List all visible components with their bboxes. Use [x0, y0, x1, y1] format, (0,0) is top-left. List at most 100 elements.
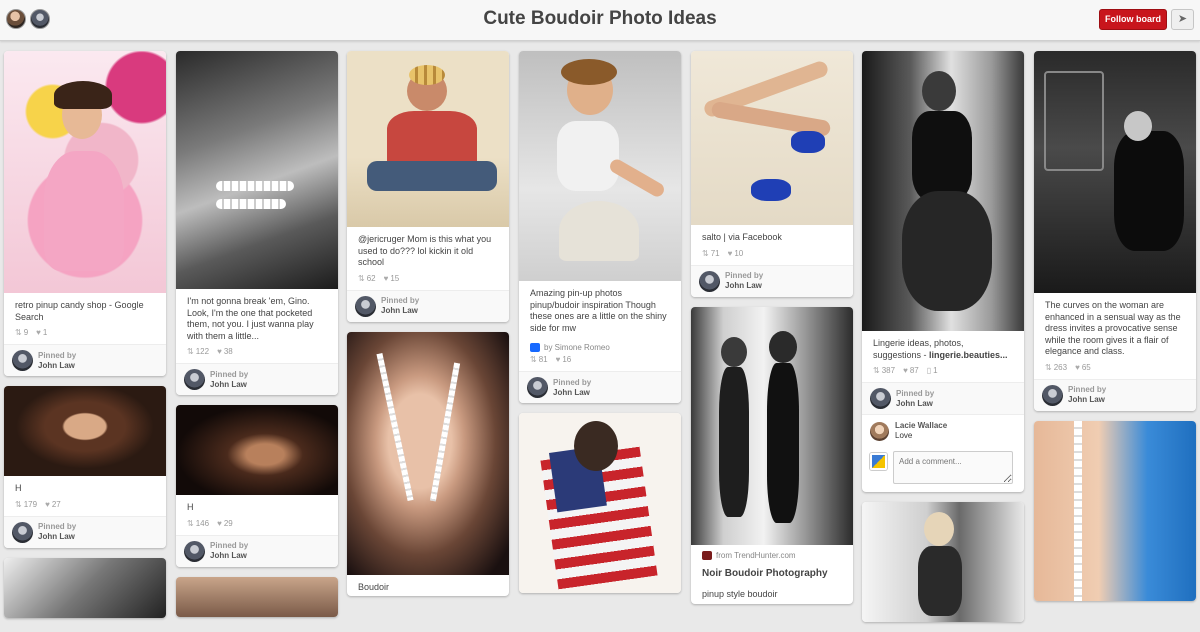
board-header: Cute Boudoir Photo Ideas Follow board ➤	[0, 0, 1200, 41]
source-domain: from TrendHunter.com	[716, 550, 796, 560]
pin-stats: ⇅ 122 ♥ 38	[176, 345, 338, 363]
repin-icon: ⇅	[15, 328, 22, 337]
pin-attribution[interactable]: Pinned by John Law	[4, 344, 166, 376]
comment-input[interactable]	[893, 451, 1013, 484]
pinner-name[interactable]: John Law	[1068, 395, 1106, 405]
pin-card[interactable]	[4, 557, 166, 618]
repin-count: 387	[881, 366, 896, 375]
avatar[interactable]	[699, 270, 720, 292]
pin-card[interactable]: H ⇅ 179 ♥ 27 Pinned by John Law	[4, 386, 166, 548]
pin-column: Amazing pin-up photos pinup/budoir inspi…	[519, 51, 681, 603]
pin-description: pinup style boudoir	[702, 589, 778, 599]
heart-icon: ♥	[217, 347, 222, 356]
page-title: Cute Boudoir Photo Ideas	[483, 8, 717, 29]
pin-image[interactable]	[176, 576, 338, 617]
pin-image[interactable]	[691, 51, 853, 225]
repin-count: 9	[23, 328, 29, 337]
avatar[interactable]	[12, 350, 33, 371]
avatar[interactable]	[527, 377, 548, 398]
pin-card[interactable]: I'm not gonna break 'em, Gino. Look, I'm…	[176, 51, 338, 395]
avatar[interactable]	[1042, 384, 1063, 406]
pinner-name[interactable]: John Law	[553, 388, 591, 398]
pin-image[interactable]	[519, 51, 681, 281]
pin-image[interactable]	[4, 557, 166, 618]
heart-icon: ♥	[555, 355, 561, 364]
pin-card[interactable]: Amazing pin-up photos pinup/budoir inspi…	[519, 51, 681, 403]
avatar[interactable]	[870, 388, 891, 409]
send-board-button[interactable]: ➤	[1171, 9, 1194, 30]
pin-card[interactable]: Lingerie ideas, photos, suggestions - li…	[862, 51, 1024, 492]
pin-image[interactable]	[1034, 420, 1196, 601]
pin-card[interactable]: retro pinup candy shop - Google Search ⇅…	[4, 51, 166, 376]
pin-source[interactable]: by Simone Romeo	[519, 337, 681, 353]
comment: Lacie Wallace Love	[862, 414, 1024, 447]
like-count: 1	[42, 328, 48, 337]
pin-image[interactable]	[347, 51, 509, 227]
pin-image[interactable]	[862, 51, 1024, 331]
repin-icon: ⇅	[1045, 362, 1052, 372]
pin-attribution[interactable]: Pinned by John Law	[862, 382, 1024, 414]
avatar[interactable]	[870, 421, 889, 441]
pin-title: Noir Boudoir Photography	[702, 567, 828, 579]
pin-attribution[interactable]: Pinned by John Law	[4, 515, 166, 548]
pin-card[interactable]: Boudoir	[347, 331, 509, 596]
pin-column: Lingerie ideas, photos, suggestions - li…	[862, 51, 1024, 632]
pinned-by-label: Pinned by	[210, 369, 249, 379]
heart-icon: ♥	[727, 248, 733, 258]
heart-icon: ♥	[1075, 362, 1080, 372]
pin-description: retro pinup candy shop - Google Search	[15, 300, 144, 322]
avatar[interactable]	[12, 521, 33, 543]
pin-attribution[interactable]: Pinned by John Law	[691, 264, 853, 297]
repin-icon: ⇅	[873, 366, 880, 375]
paper-plane-icon: ➤	[1177, 13, 1188, 25]
pin-source[interactable]: from TrendHunter.com	[691, 545, 853, 561]
pin-image[interactable]	[4, 386, 166, 476]
heart-icon: ♥	[217, 518, 222, 528]
source-link[interactable]: lingerie.beauties...	[929, 350, 1008, 360]
pin-column: retro pinup candy shop - Google Search ⇅…	[4, 51, 166, 628]
pin-image[interactable]	[4, 51, 166, 293]
pinner-name[interactable]: John Law	[38, 532, 76, 542]
pinner-name[interactable]: John Law	[210, 380, 248, 390]
pinner-name[interactable]: John Law	[725, 281, 763, 291]
pin-card[interactable]: H ⇅ 146 ♥ 29 Pinned by John Law	[176, 405, 338, 567]
pin-attribution[interactable]: Pinned by John Law	[176, 363, 338, 395]
pin-attribution[interactable]: Pinned by John Law	[347, 289, 509, 322]
pin-column: I'm not gonna break 'em, Gino. Look, I'm…	[176, 51, 338, 627]
pin-image[interactable]	[862, 502, 1024, 622]
pin-attribution[interactable]: Pinned by John Law	[519, 371, 681, 403]
pin-card[interactable]	[176, 576, 338, 617]
pinner-name[interactable]: John Law	[896, 399, 934, 409]
pin-image[interactable]	[519, 413, 681, 593]
commenter-name[interactable]: Lacie Wallace	[895, 421, 947, 431]
pin-card[interactable]: The curves on the woman are enhanced in …	[1034, 51, 1196, 411]
heart-icon: ♥	[36, 328, 41, 337]
pin-card[interactable]: salto | via Facebook ⇅ 71 ♥ 10 Pinned by Jo…	[691, 51, 853, 297]
pin-attribution[interactable]: Pinned by John Law	[176, 534, 338, 567]
pinned-by-label: Pinned by	[38, 522, 77, 531]
pin-card[interactable]: from TrendHunter.com Noir Boudoir Photog…	[691, 306, 853, 604]
pinner-name[interactable]: John Law	[38, 361, 76, 371]
add-comment	[862, 447, 1024, 492]
pin-image[interactable]	[691, 306, 853, 545]
avatar[interactable]	[184, 369, 205, 390]
avatar[interactable]	[355, 295, 376, 317]
pin-card[interactable]	[862, 502, 1024, 622]
pin-attribution[interactable]: Pinned by John Law	[1034, 378, 1196, 411]
pin-image[interactable]	[347, 331, 509, 575]
pinner-name[interactable]: John Law	[381, 306, 419, 316]
pin-image[interactable]	[176, 405, 338, 495]
avatar[interactable]	[184, 540, 205, 562]
pin-description: Boudoir	[358, 581, 390, 592]
pinned-by-label: Pinned by	[38, 350, 77, 360]
pin-image[interactable]	[1034, 51, 1196, 293]
pinned-by-label: Pinned by	[1068, 385, 1107, 394]
pin-card[interactable]	[1034, 420, 1196, 601]
pin-card[interactable]: @jericruger Mom is this what you used to…	[347, 51, 509, 322]
pinner-name[interactable]: John Law	[210, 551, 248, 561]
pin-image[interactable]	[176, 51, 338, 289]
pin-card[interactable]	[519, 413, 681, 593]
repin-count: 71	[710, 248, 720, 258]
like-count: 65	[1081, 362, 1091, 372]
follow-board-button[interactable]: Follow board	[1099, 9, 1167, 30]
